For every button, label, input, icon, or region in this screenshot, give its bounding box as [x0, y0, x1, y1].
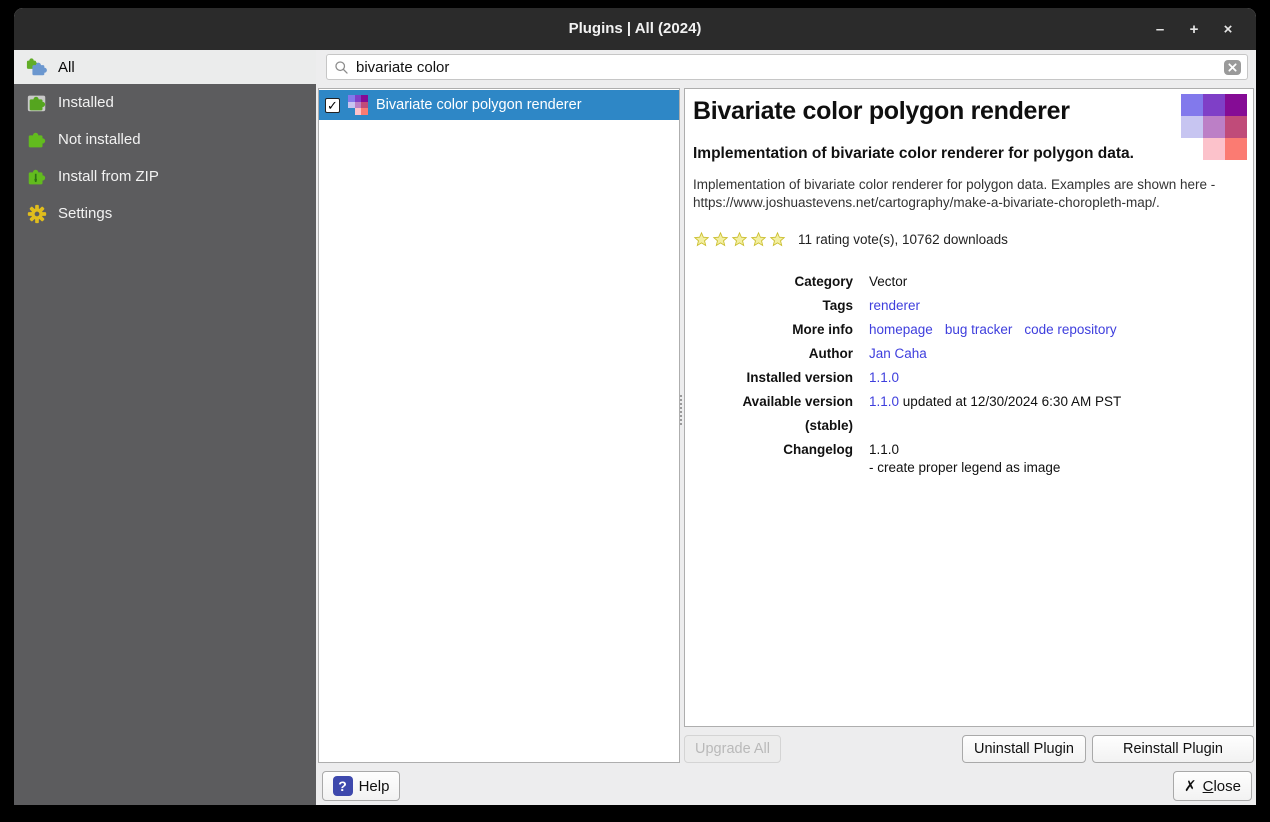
- changelog-entry: - create proper legend as image: [869, 460, 1061, 475]
- close-window-button[interactable]: ×: [1214, 15, 1242, 43]
- search-input[interactable]: [356, 58, 1224, 76]
- uninstall-plugin-button[interactable]: Uninstall Plugin: [962, 735, 1086, 763]
- sidebar-item-all[interactable]: All: [14, 50, 316, 84]
- puzzle-installed-icon: [26, 92, 48, 114]
- bug-tracker-link[interactable]: bug tracker: [945, 322, 1013, 337]
- bivariate-legend-icon: [1181, 94, 1247, 160]
- homepage-link[interactable]: homepage: [869, 322, 933, 337]
- close-label: Close: [1202, 777, 1241, 795]
- star-icon: [769, 231, 786, 247]
- rating-text: 11 rating vote(s), 10762 downloads: [798, 232, 1008, 247]
- window-title: Plugins | All (2024): [568, 20, 702, 37]
- minimize-button[interactable]: –: [1146, 15, 1174, 43]
- available-version-label: Available version (stable): [742, 394, 853, 433]
- plugin-metadata: Category Vector Tags renderer More info …: [693, 270, 1245, 477]
- star-icon: [731, 231, 748, 247]
- tag-link-renderer[interactable]: renderer: [869, 298, 920, 313]
- plugin-details-panel: Bivariate color polygon renderer Impleme…: [684, 88, 1254, 727]
- plugin-list-item-label: Bivariate color polygon renderer: [376, 97, 582, 113]
- maximize-button[interactable]: +: [1180, 15, 1208, 43]
- help-icon: ?: [332, 776, 353, 796]
- sidebar: All Installed Not installed Install from…: [14, 50, 316, 805]
- plugin-bivariate-icon: [348, 95, 368, 115]
- window-controls: – + ×: [1146, 8, 1242, 50]
- installed-version-label: Installed version: [746, 370, 853, 385]
- upgrade-all-label: Upgrade All: [695, 741, 770, 757]
- more-info-label: More info: [792, 322, 853, 337]
- close-x-icon: ✗: [1184, 778, 1197, 795]
- category-label: Category: [794, 274, 853, 289]
- category-value: Vector: [869, 274, 908, 289]
- rating-row: 11 rating vote(s), 10762 downloads: [693, 231, 1245, 248]
- help-button[interactable]: ? Help: [322, 771, 400, 801]
- changelog-label: Changelog: [783, 442, 853, 457]
- available-version-date: updated at 12/30/2024 6:30 AM PST: [902, 394, 1122, 409]
- code-repository-link[interactable]: code repository: [1024, 322, 1116, 337]
- gear-icon: [26, 203, 48, 225]
- plugin-title: Bivariate color polygon renderer: [693, 97, 1070, 125]
- sidebar-item-settings[interactable]: Settings: [14, 195, 316, 232]
- plugins-dialog-window: Plugins | All (2024) – + × All Installed…: [14, 8, 1256, 805]
- maximize-icon: +: [1189, 20, 1199, 38]
- puzzle-not-installed-icon: [26, 129, 48, 151]
- star-icon: [750, 231, 767, 247]
- sidebar-item-label: Not installed: [58, 131, 141, 148]
- star-icon: [693, 231, 710, 247]
- titlebar: Plugins | All (2024) – + ×: [14, 8, 1256, 50]
- sidebar-item-not-installed[interactable]: Not installed: [14, 121, 316, 158]
- uninstall-plugin-label: Uninstall Plugin: [974, 741, 1074, 757]
- close-button[interactable]: ✗ Close: [1173, 771, 1252, 801]
- available-version-link[interactable]: 1.1.0: [869, 394, 899, 409]
- minimize-icon: –: [1155, 20, 1165, 38]
- star-rating-icons: [693, 231, 786, 248]
- content-area: ✓ Bivariate color polygon renderer Bivar…: [316, 50, 1256, 805]
- puzzle-zip-icon: [26, 166, 48, 188]
- plugin-subtitle: Implementation of bivariate color render…: [693, 145, 1134, 162]
- search-box: [326, 54, 1248, 80]
- sidebar-item-label: Install from ZIP: [58, 168, 159, 185]
- changelog-version: 1.1.0: [869, 442, 900, 457]
- tags-label: Tags: [822, 298, 853, 313]
- search-icon: [333, 59, 350, 76]
- installed-version-link[interactable]: 1.1.0: [869, 370, 899, 385]
- upgrade-all-button[interactable]: Upgrade All: [684, 735, 781, 763]
- puzzle-all-icon: [26, 56, 48, 78]
- star-icon: [712, 231, 729, 247]
- author-link[interactable]: Jan Caha: [869, 346, 927, 361]
- help-label: Help: [358, 777, 390, 795]
- close-window-icon: ×: [1223, 20, 1233, 38]
- panel-splitter-handle[interactable]: [680, 395, 683, 425]
- sidebar-item-label: All: [58, 58, 75, 76]
- sidebar-item-label: Installed: [58, 94, 114, 111]
- plugin-list: ✓ Bivariate color polygon renderer: [318, 88, 680, 763]
- author-label: Author: [808, 346, 853, 361]
- plugin-enabled-checkbox[interactable]: ✓: [325, 97, 340, 113]
- clear-search-icon[interactable]: [1224, 59, 1241, 75]
- sidebar-item-installed[interactable]: Installed: [14, 84, 316, 121]
- sidebar-item-label: Settings: [58, 205, 113, 222]
- reinstall-plugin-button[interactable]: Reinstall Plugin: [1092, 735, 1254, 763]
- sidebar-item-install-from-zip[interactable]: Install from ZIP: [14, 158, 316, 195]
- reinstall-plugin-label: Reinstall Plugin: [1123, 741, 1223, 757]
- plugin-description: Implementation of bivariate color render…: [693, 177, 1216, 210]
- plugin-list-item-selected[interactable]: ✓ Bivariate color polygon renderer: [319, 90, 679, 120]
